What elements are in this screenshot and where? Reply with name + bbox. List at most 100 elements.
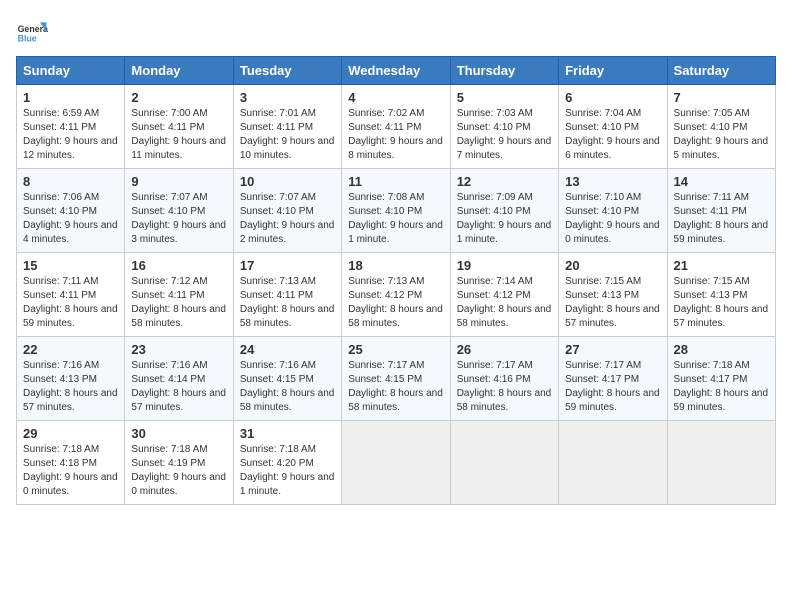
week-row-3: 15 Sunrise: 7:11 AMSunset: 4:11 PMDaylig… (17, 253, 776, 337)
day-number: 29 (23, 426, 118, 441)
day-number: 8 (23, 174, 118, 189)
logo: General Blue (16, 16, 48, 48)
day-cell: 26 Sunrise: 7:17 AMSunset: 4:16 PMDaylig… (450, 337, 558, 421)
day-cell: 25 Sunrise: 7:17 AMSunset: 4:15 PMDaylig… (342, 337, 450, 421)
day-cell: 3 Sunrise: 7:01 AMSunset: 4:11 PMDayligh… (233, 85, 341, 169)
day-info: Sunrise: 7:16 AMSunset: 4:13 PMDaylight:… (23, 360, 118, 413)
day-info: Sunrise: 7:11 AMSunset: 4:11 PMDaylight:… (23, 276, 118, 329)
day-info: Sunrise: 7:17 AMSunset: 4:16 PMDaylight:… (457, 360, 552, 413)
day-number: 1 (23, 90, 118, 105)
day-info: Sunrise: 7:03 AMSunset: 4:10 PMDaylight:… (457, 108, 552, 161)
day-cell (450, 421, 558, 505)
day-info: Sunrise: 7:09 AMSunset: 4:10 PMDaylight:… (457, 192, 552, 245)
day-info: Sunrise: 7:11 AMSunset: 4:11 PMDaylight:… (674, 192, 769, 245)
day-number: 5 (457, 90, 552, 105)
day-cell: 17 Sunrise: 7:13 AMSunset: 4:11 PMDaylig… (233, 253, 341, 337)
day-info: Sunrise: 7:07 AMSunset: 4:10 PMDaylight:… (240, 192, 335, 245)
day-info: Sunrise: 7:08 AMSunset: 4:10 PMDaylight:… (348, 192, 443, 245)
day-info: Sunrise: 7:18 AMSunset: 4:18 PMDaylight:… (23, 444, 118, 497)
day-info: Sunrise: 7:17 AMSunset: 4:17 PMDaylight:… (565, 360, 660, 413)
day-cell: 10 Sunrise: 7:07 AMSunset: 4:10 PMDaylig… (233, 169, 341, 253)
day-cell: 19 Sunrise: 7:14 AMSunset: 4:12 PMDaylig… (450, 253, 558, 337)
header-sunday: Sunday (17, 57, 125, 85)
day-info: Sunrise: 7:16 AMSunset: 4:15 PMDaylight:… (240, 360, 335, 413)
day-info: Sunrise: 7:18 AMSunset: 4:19 PMDaylight:… (131, 444, 226, 497)
day-cell: 13 Sunrise: 7:10 AMSunset: 4:10 PMDaylig… (559, 169, 667, 253)
day-number: 23 (131, 342, 226, 357)
day-cell (342, 421, 450, 505)
day-info: Sunrise: 7:01 AMSunset: 4:11 PMDaylight:… (240, 108, 335, 161)
day-number: 22 (23, 342, 118, 357)
day-info: Sunrise: 7:17 AMSunset: 4:15 PMDaylight:… (348, 360, 443, 413)
day-info: Sunrise: 7:15 AMSunset: 4:13 PMDaylight:… (565, 276, 660, 329)
day-cell: 23 Sunrise: 7:16 AMSunset: 4:14 PMDaylig… (125, 337, 233, 421)
day-cell: 18 Sunrise: 7:13 AMSunset: 4:12 PMDaylig… (342, 253, 450, 337)
header-thursday: Thursday (450, 57, 558, 85)
day-cell: 20 Sunrise: 7:15 AMSunset: 4:13 PMDaylig… (559, 253, 667, 337)
day-number: 9 (131, 174, 226, 189)
day-number: 11 (348, 174, 443, 189)
week-row-5: 29 Sunrise: 7:18 AMSunset: 4:18 PMDaylig… (17, 421, 776, 505)
day-cell: 24 Sunrise: 7:16 AMSunset: 4:15 PMDaylig… (233, 337, 341, 421)
header-saturday: Saturday (667, 57, 775, 85)
day-info: Sunrise: 7:04 AMSunset: 4:10 PMDaylight:… (565, 108, 660, 161)
day-cell (559, 421, 667, 505)
day-info: Sunrise: 7:05 AMSunset: 4:10 PMDaylight:… (674, 108, 769, 161)
day-cell: 29 Sunrise: 7:18 AMSunset: 4:18 PMDaylig… (17, 421, 125, 505)
day-info: Sunrise: 7:07 AMSunset: 4:10 PMDaylight:… (131, 192, 226, 245)
day-number: 7 (674, 90, 769, 105)
day-cell: 8 Sunrise: 7:06 AMSunset: 4:10 PMDayligh… (17, 169, 125, 253)
day-number: 30 (131, 426, 226, 441)
day-number: 14 (674, 174, 769, 189)
day-info: Sunrise: 7:13 AMSunset: 4:12 PMDaylight:… (348, 276, 443, 329)
header-friday: Friday (559, 57, 667, 85)
day-cell: 16 Sunrise: 7:12 AMSunset: 4:11 PMDaylig… (125, 253, 233, 337)
day-cell: 14 Sunrise: 7:11 AMSunset: 4:11 PMDaylig… (667, 169, 775, 253)
week-row-4: 22 Sunrise: 7:16 AMSunset: 4:13 PMDaylig… (17, 337, 776, 421)
day-cell: 28 Sunrise: 7:18 AMSunset: 4:17 PMDaylig… (667, 337, 775, 421)
week-row-2: 8 Sunrise: 7:06 AMSunset: 4:10 PMDayligh… (17, 169, 776, 253)
header-monday: Monday (125, 57, 233, 85)
day-cell: 15 Sunrise: 7:11 AMSunset: 4:11 PMDaylig… (17, 253, 125, 337)
day-info: Sunrise: 6:59 AMSunset: 4:11 PMDaylight:… (23, 108, 118, 161)
day-cell: 12 Sunrise: 7:09 AMSunset: 4:10 PMDaylig… (450, 169, 558, 253)
day-number: 21 (674, 258, 769, 273)
header-wednesday: Wednesday (342, 57, 450, 85)
day-number: 18 (348, 258, 443, 273)
day-number: 19 (457, 258, 552, 273)
page-header: General Blue (16, 16, 776, 48)
day-info: Sunrise: 7:15 AMSunset: 4:13 PMDaylight:… (674, 276, 769, 329)
day-cell: 7 Sunrise: 7:05 AMSunset: 4:10 PMDayligh… (667, 85, 775, 169)
day-info: Sunrise: 7:10 AMSunset: 4:10 PMDaylight:… (565, 192, 660, 245)
day-info: Sunrise: 7:06 AMSunset: 4:10 PMDaylight:… (23, 192, 118, 245)
day-cell: 21 Sunrise: 7:15 AMSunset: 4:13 PMDaylig… (667, 253, 775, 337)
day-cell: 22 Sunrise: 7:16 AMSunset: 4:13 PMDaylig… (17, 337, 125, 421)
week-row-1: 1 Sunrise: 6:59 AMSunset: 4:11 PMDayligh… (17, 85, 776, 169)
day-info: Sunrise: 7:12 AMSunset: 4:11 PMDaylight:… (131, 276, 226, 329)
day-number: 2 (131, 90, 226, 105)
day-number: 3 (240, 90, 335, 105)
day-number: 25 (348, 342, 443, 357)
day-number: 13 (565, 174, 660, 189)
header-row: SundayMondayTuesdayWednesdayThursdayFrid… (17, 57, 776, 85)
day-number: 17 (240, 258, 335, 273)
day-cell: 9 Sunrise: 7:07 AMSunset: 4:10 PMDayligh… (125, 169, 233, 253)
day-info: Sunrise: 7:00 AMSunset: 4:11 PMDaylight:… (131, 108, 226, 161)
day-cell: 31 Sunrise: 7:18 AMSunset: 4:20 PMDaylig… (233, 421, 341, 505)
day-info: Sunrise: 7:18 AMSunset: 4:20 PMDaylight:… (240, 444, 335, 497)
day-number: 27 (565, 342, 660, 357)
day-cell: 30 Sunrise: 7:18 AMSunset: 4:19 PMDaylig… (125, 421, 233, 505)
day-number: 15 (23, 258, 118, 273)
day-number: 28 (674, 342, 769, 357)
day-cell: 27 Sunrise: 7:17 AMSunset: 4:17 PMDaylig… (559, 337, 667, 421)
calendar-table: SundayMondayTuesdayWednesdayThursdayFrid… (16, 56, 776, 505)
day-number: 24 (240, 342, 335, 357)
day-info: Sunrise: 7:18 AMSunset: 4:17 PMDaylight:… (674, 360, 769, 413)
day-info: Sunrise: 7:13 AMSunset: 4:11 PMDaylight:… (240, 276, 335, 329)
day-number: 6 (565, 90, 660, 105)
day-info: Sunrise: 7:14 AMSunset: 4:12 PMDaylight:… (457, 276, 552, 329)
day-cell: 4 Sunrise: 7:02 AMSunset: 4:11 PMDayligh… (342, 85, 450, 169)
day-number: 26 (457, 342, 552, 357)
day-number: 12 (457, 174, 552, 189)
day-cell: 5 Sunrise: 7:03 AMSunset: 4:10 PMDayligh… (450, 85, 558, 169)
